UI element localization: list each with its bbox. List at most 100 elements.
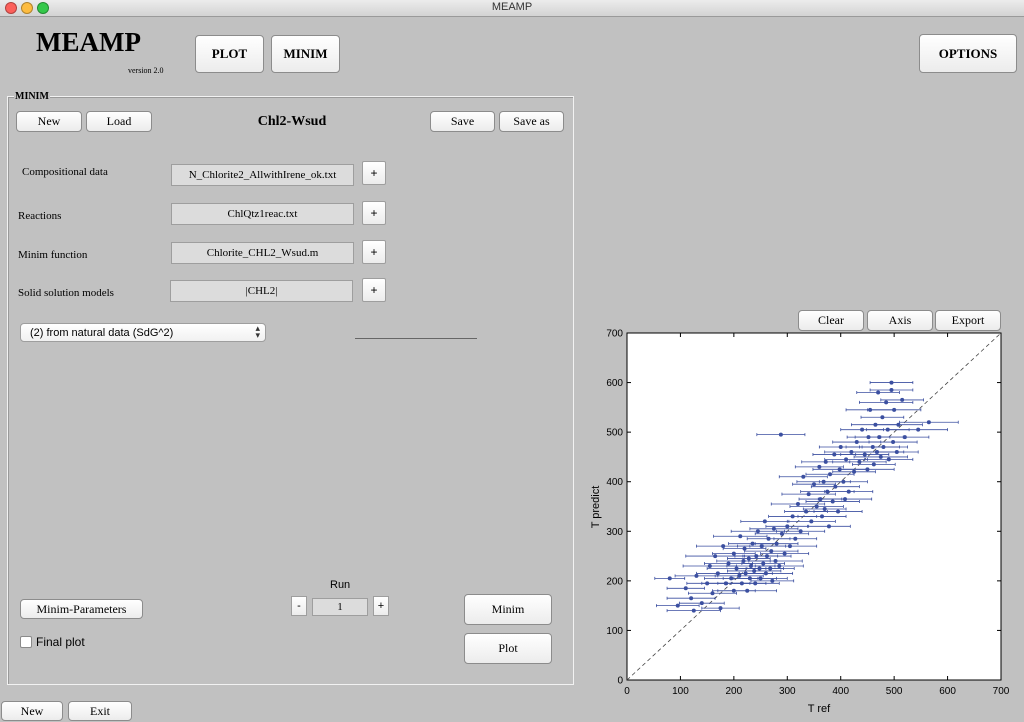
plot-run-button[interactable]: Plot xyxy=(464,633,552,664)
data-point xyxy=(726,561,731,566)
data-point xyxy=(818,497,823,502)
data-point xyxy=(862,452,867,457)
minim-tab-button[interactable]: MINIM xyxy=(271,35,340,73)
data-point xyxy=(892,407,897,412)
data-point xyxy=(916,427,921,432)
window-titlebar: MEAMP xyxy=(0,0,1024,17)
x-tick-label: 500 xyxy=(886,686,903,697)
data-point xyxy=(738,534,743,539)
y-tick-label: 200 xyxy=(606,576,623,587)
data-point xyxy=(731,551,736,556)
data-point xyxy=(865,467,870,472)
y-axis-label: T predict xyxy=(590,486,602,529)
data-point xyxy=(902,435,907,440)
data-point xyxy=(857,459,862,464)
reactions-field[interactable]: ChlQtz1reac.txt xyxy=(171,203,354,225)
save-button[interactable]: Save xyxy=(430,111,495,132)
data-point xyxy=(801,474,806,479)
data-point xyxy=(877,435,882,440)
minim-function-label: Minim function xyxy=(18,249,88,261)
data-point xyxy=(860,427,865,432)
data-point xyxy=(761,561,766,566)
data-point xyxy=(748,563,753,568)
x-tick-label: 400 xyxy=(832,686,849,697)
data-point xyxy=(820,514,825,519)
data-point xyxy=(795,502,800,507)
y-tick-label: 600 xyxy=(606,378,623,389)
data-point xyxy=(817,464,822,469)
solid-solution-models-field[interactable]: |CHL2| xyxy=(170,280,353,302)
solid-solution-models-label: Solid solution models xyxy=(18,287,114,299)
final-plot-checkbox[interactable] xyxy=(20,636,32,648)
data-point xyxy=(774,541,779,546)
data-point xyxy=(779,531,784,536)
data-point xyxy=(841,479,846,484)
data-point xyxy=(878,454,883,459)
add-solid-solution-model-button[interactable]: + xyxy=(362,278,386,302)
run-decrement-button[interactable]: - xyxy=(291,596,307,616)
data-point xyxy=(731,588,736,593)
data-point xyxy=(694,573,699,578)
exit-button[interactable]: Exit xyxy=(68,701,132,721)
minim-parameters-button[interactable]: Minim-Parameters xyxy=(20,599,143,619)
data-point xyxy=(875,449,880,454)
data-point xyxy=(766,536,771,541)
run-label: Run xyxy=(330,579,351,591)
data-point xyxy=(770,578,775,583)
data-point xyxy=(741,559,746,564)
data-point xyxy=(803,509,808,514)
data-point xyxy=(718,606,723,611)
data-point xyxy=(790,514,795,519)
data-point xyxy=(833,484,838,489)
add-compositional-data-button[interactable]: + xyxy=(362,161,386,185)
data-point xyxy=(769,549,774,554)
data-point xyxy=(832,452,837,457)
options-button[interactable]: OPTIONS xyxy=(919,34,1017,73)
data-point xyxy=(849,449,854,454)
data-point xyxy=(894,449,899,454)
data-point xyxy=(821,479,826,484)
data-point xyxy=(889,388,894,393)
minim-run-button[interactable]: Minim xyxy=(464,594,552,625)
data-point xyxy=(828,472,833,477)
data-point xyxy=(793,536,798,541)
data-point xyxy=(881,445,886,450)
plot-tab-button[interactable]: PLOT xyxy=(195,35,264,73)
data-point xyxy=(773,559,778,564)
new-project-button[interactable]: New xyxy=(16,111,82,132)
x-tick-label: 700 xyxy=(993,686,1010,697)
data-point xyxy=(763,571,768,576)
add-reactions-button[interactable]: + xyxy=(362,201,386,225)
load-project-button[interactable]: Load xyxy=(86,111,152,132)
data-point xyxy=(742,546,747,551)
data-point xyxy=(896,422,901,427)
data-point xyxy=(870,445,875,450)
data-point xyxy=(683,586,688,591)
run-increment-button[interactable]: + xyxy=(373,596,389,616)
data-point xyxy=(830,499,835,504)
method-select[interactable]: (2) from natural data (SdG^2) ▴ ▾ xyxy=(20,323,266,342)
x-tick-label: 200 xyxy=(726,686,743,697)
x-tick-label: 100 xyxy=(672,686,689,697)
compositional-data-label: Compositional data xyxy=(22,166,108,178)
run-number-field[interactable]: 1 xyxy=(312,598,368,616)
data-point xyxy=(755,529,760,534)
x-tick-label: 300 xyxy=(779,686,796,697)
y-tick-label: 0 xyxy=(617,676,623,687)
y-tick-label: 300 xyxy=(606,527,623,538)
save-as-button[interactable]: Save as xyxy=(499,111,564,132)
data-point xyxy=(785,524,790,529)
data-point xyxy=(873,422,878,427)
data-point xyxy=(814,504,819,509)
data-point xyxy=(778,432,783,437)
minim-function-field[interactable]: Chlorite_CHL2_Wsud.m xyxy=(171,242,354,264)
data-point xyxy=(880,415,885,420)
add-minim-function-button[interactable]: + xyxy=(362,240,386,264)
data-point xyxy=(667,576,672,581)
method-select-value: (2) from natural data (SdG^2) xyxy=(30,326,174,339)
footer-new-button[interactable]: New xyxy=(1,701,63,721)
data-point xyxy=(689,596,694,601)
compositional-data-field[interactable]: N_Chlorite2_AllwithIrene_ok.txt xyxy=(171,164,354,186)
window-title: MEAMP xyxy=(491,1,533,13)
data-point xyxy=(713,554,718,559)
